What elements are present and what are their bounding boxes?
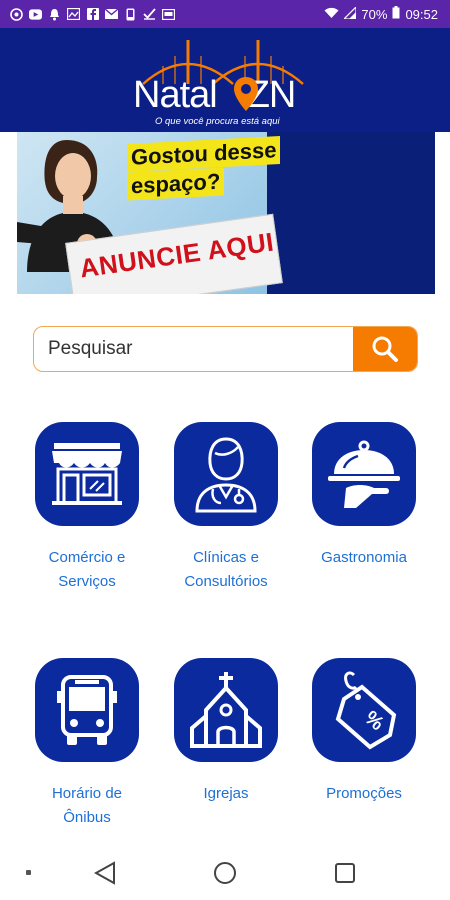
category-igrejas[interactable]: Igrejas bbox=[156, 658, 296, 806]
category-label-line1: Clínicas e bbox=[193, 549, 259, 566]
search-input[interactable] bbox=[48, 327, 348, 371]
search-bar bbox=[33, 326, 418, 372]
whatsapp-icon bbox=[10, 7, 23, 21]
category-label: Promoções bbox=[294, 782, 434, 806]
category-label-line1: Promoções bbox=[326, 785, 402, 802]
search-button[interactable] bbox=[353, 327, 417, 371]
back-icon bbox=[94, 861, 115, 885]
category-label: Igrejas bbox=[156, 782, 296, 806]
category-label-line1: Horário de bbox=[51, 785, 123, 802]
category-horario-onibus[interactable]: Horário de Ônibus bbox=[17, 658, 157, 830]
category-promocoes[interactable]: % Promoções bbox=[294, 658, 434, 806]
recents-icon bbox=[335, 863, 355, 883]
category-gastronomia[interactable]: Gastronomia bbox=[294, 422, 434, 570]
category-label-line2: Ônibus bbox=[63, 809, 111, 826]
search-icon bbox=[372, 336, 398, 362]
status-bar: 70% 09:52 bbox=[0, 0, 450, 28]
logo-tagline: O que você procura está aqui bbox=[155, 116, 280, 127]
category-tile[interactable] bbox=[174, 422, 278, 526]
clock: 09:52 bbox=[405, 6, 438, 22]
category-label-line2: Consultórios bbox=[184, 573, 268, 590]
category-label: Horário de Ônibus bbox=[17, 782, 157, 830]
category-comercio-servicos[interactable]: Comércio e Serviços bbox=[17, 422, 157, 594]
map-pin-icon bbox=[234, 77, 258, 111]
category-tile[interactable] bbox=[35, 658, 139, 762]
doctor-icon bbox=[195, 437, 257, 513]
phone-icon bbox=[124, 8, 137, 21]
category-label: Comércio e Serviços bbox=[17, 546, 157, 594]
screen-icon bbox=[162, 8, 175, 21]
notification-icons bbox=[10, 7, 175, 21]
logo-text-natal: Natal bbox=[133, 74, 218, 116]
svg-text:%: % bbox=[360, 707, 388, 735]
price-tag-icon: % bbox=[335, 671, 397, 750]
bus-icon bbox=[57, 675, 117, 745]
category-label-line1: Igrejas bbox=[203, 785, 249, 802]
category-label-line2: Serviços bbox=[58, 573, 116, 590]
cloche-icon bbox=[328, 440, 400, 508]
battery-icon bbox=[392, 6, 400, 22]
system-nav-bar bbox=[0, 846, 450, 900]
ad-banner[interactable]: Gostou desse espaço? ANUNCIE AQUI bbox=[17, 132, 435, 294]
banner-headline-2: espaço? bbox=[127, 167, 225, 201]
nav-dot bbox=[26, 870, 31, 875]
recents-button[interactable] bbox=[332, 860, 358, 886]
category-clinicas-consultorios[interactable]: Clínicas e Consultórios bbox=[156, 422, 296, 594]
app-header: Natal ZN O que você procura está aqui bbox=[0, 28, 450, 132]
category-label-line1: Gastronomia bbox=[321, 549, 407, 566]
natalzn-logo[interactable]: Natal ZN O que você procura está aqui bbox=[133, 36, 323, 128]
category-tile[interactable] bbox=[35, 422, 139, 526]
category-label: Gastronomia bbox=[294, 546, 434, 570]
signal-icon bbox=[342, 5, 358, 22]
battery-percent: 70% bbox=[361, 6, 388, 22]
status-right: 70% 09:52 bbox=[324, 5, 438, 22]
wifi-icon bbox=[324, 7, 339, 22]
back-button[interactable] bbox=[92, 860, 118, 886]
church-icon bbox=[190, 672, 262, 748]
gmail-icon bbox=[105, 8, 118, 21]
category-tile[interactable]: % bbox=[312, 658, 416, 762]
youtube-icon bbox=[29, 8, 42, 21]
category-label: Clínicas e Consultórios bbox=[156, 546, 296, 594]
home-button[interactable] bbox=[212, 860, 238, 886]
check-icon bbox=[143, 8, 156, 21]
facebook-icon bbox=[86, 8, 99, 21]
logo-wordmark: Natal ZN bbox=[133, 74, 296, 117]
storefront-icon bbox=[52, 443, 122, 505]
category-tile[interactable] bbox=[174, 658, 278, 762]
home-icon bbox=[214, 862, 236, 884]
category-label-line1: Comércio e bbox=[48, 549, 126, 566]
image-icon bbox=[67, 8, 80, 21]
category-tile[interactable] bbox=[312, 422, 416, 526]
bell-icon bbox=[48, 8, 61, 21]
